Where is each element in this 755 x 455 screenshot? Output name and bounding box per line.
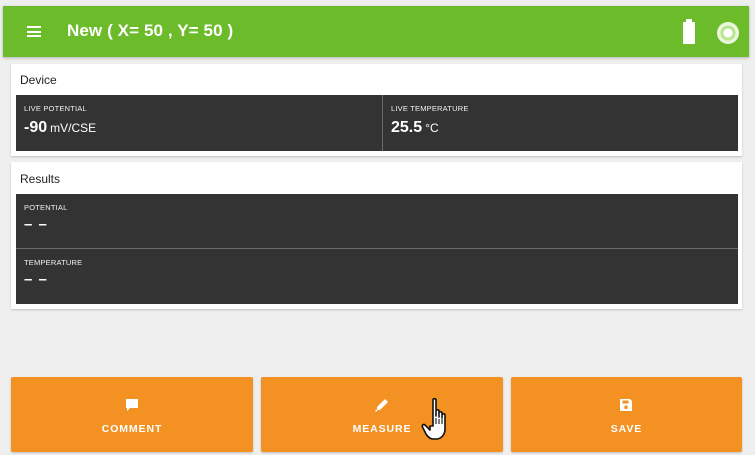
save-button-label: SAVE (610, 423, 643, 435)
save-button[interactable]: SAVE (511, 377, 742, 452)
measure-button[interactable]: MEASURE (261, 377, 503, 452)
live-potential-readout: -90 mV/CSE (24, 119, 96, 137)
results-panel: POTENTIAL – – TEMPERATURE – – (16, 194, 738, 304)
potential-result-cell: POTENTIAL – – (16, 194, 738, 248)
live-readings-panel: LIVE POTENTIAL -90 mV/CSE LIVE TEMPERATUR… (16, 95, 738, 151)
comment-icon (126, 399, 138, 411)
comment-button-label: COMMENT (101, 423, 163, 435)
hamburger-menu-icon[interactable] (27, 26, 41, 37)
results-card: Results POTENTIAL – – TEMPERATURE – – (11, 162, 742, 309)
comment-button[interactable]: COMMENT (11, 377, 253, 452)
temperature-label: TEMPERATURE (24, 258, 83, 267)
live-temperature-cell: LIVE TEMPERATURE 25.5 °C (383, 95, 738, 151)
save-icon (620, 399, 632, 411)
app-bar: New ( X= 50 , Y= 50 ) (3, 6, 749, 57)
live-temperature-value: 25.5 (391, 119, 423, 136)
temperature-result-cell: TEMPERATURE – – (16, 249, 738, 304)
live-potential-unit: mV/CSE (50, 121, 97, 135)
live-temperature-label: LIVE TEMPERATURE (391, 104, 469, 113)
live-temperature-unit: °C (425, 121, 439, 135)
live-potential-value: -90 (24, 119, 48, 136)
connection-status-icon[interactable] (717, 22, 739, 44)
live-temperature-readout: 25.5 °C (391, 119, 439, 137)
battery-icon (683, 19, 695, 44)
live-potential-cell: LIVE POTENTIAL -90 mV/CSE (16, 95, 381, 151)
device-card: Device LIVE POTENTIAL -90 mV/CSE LIVE TEM… (11, 64, 742, 156)
live-potential-label: LIVE POTENTIAL (24, 104, 87, 113)
page-title: New ( X= 50 , Y= 50 ) (67, 21, 234, 40)
temperature-value: – – (24, 271, 48, 288)
hand-pointer-icon (421, 397, 446, 440)
potential-label: POTENTIAL (24, 203, 68, 212)
pen-icon (375, 399, 388, 412)
device-section-title: Device (20, 73, 57, 87)
measure-button-label: MEASURE (352, 423, 412, 435)
potential-value: – – (24, 216, 48, 233)
results-section-title: Results (20, 172, 61, 186)
